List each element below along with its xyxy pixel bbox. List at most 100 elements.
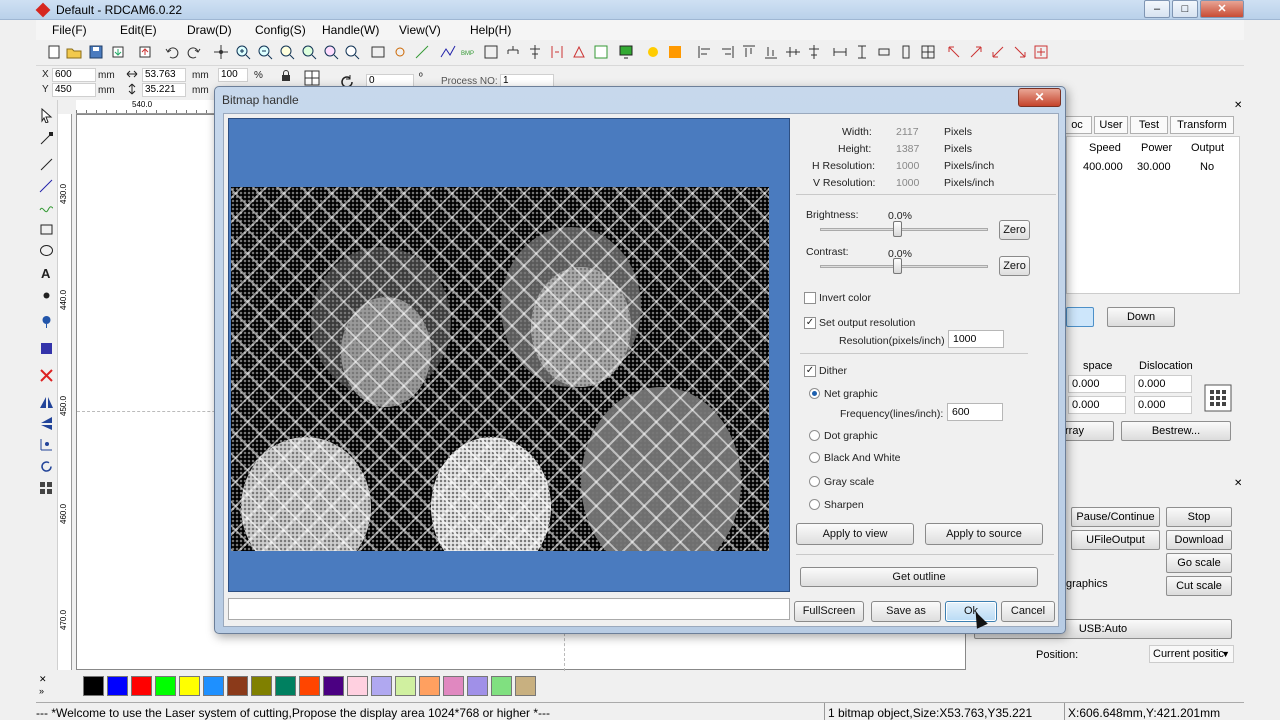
color-swatch[interactable] <box>275 676 296 696</box>
save-icon[interactable] <box>88 44 104 60</box>
bestrew-button[interactable]: Bestrew... <box>1121 421 1231 441</box>
gray-scale-radio[interactable] <box>809 476 820 487</box>
color-swatch[interactable] <box>443 676 464 696</box>
power-value[interactable]: 30.000 <box>1137 161 1171 173</box>
menu-help[interactable]: Help(H) <box>470 23 511 37</box>
down-button[interactable]: Down <box>1107 307 1175 327</box>
dither-checkbox[interactable]: ✓ <box>804 365 816 377</box>
sparkle-icon[interactable] <box>645 44 661 60</box>
dot-graphic-radio[interactable] <box>809 430 820 441</box>
grid-select-icon[interactable] <box>667 44 683 60</box>
distribute-icon[interactable] <box>549 44 565 60</box>
menu-config[interactable]: Config(S) <box>255 23 306 37</box>
redo-icon[interactable] <box>186 44 202 60</box>
new-file-icon[interactable] <box>46 44 62 60</box>
array-preview-icon[interactable] <box>1204 384 1232 412</box>
array-tool-icon[interactable] <box>39 481 54 496</box>
cut-scale-button[interactable]: Cut scale <box>1166 576 1232 596</box>
shape-icon[interactable] <box>571 44 587 60</box>
mirror-v-tool-icon[interactable] <box>39 416 54 431</box>
frequency-input[interactable]: 600 <box>947 403 1003 421</box>
zoom-selected-icon[interactable] <box>301 44 317 60</box>
tick-icon[interactable] <box>593 44 609 60</box>
tree-icon[interactable] <box>505 44 521 60</box>
y-space-field[interactable]: 0.000 <box>1068 396 1126 414</box>
color-swatch[interactable] <box>203 676 224 696</box>
move-topright-icon[interactable] <box>968 44 984 60</box>
select-tool-icon[interactable] <box>39 108 54 123</box>
pause-continue-button[interactable]: Pause/Continue <box>1071 507 1160 527</box>
speed-value[interactable]: 400.000 <box>1083 161 1123 173</box>
open-folder-icon[interactable] <box>66 44 82 60</box>
align-hcenter-icon[interactable] <box>785 44 801 60</box>
fullscreen-button[interactable]: FullScreen <box>794 601 864 622</box>
menu-edit[interactable]: Edit(E) <box>120 23 157 37</box>
color-swatch[interactable] <box>347 676 368 696</box>
line-tool-icon[interactable] <box>39 157 54 172</box>
color-swatch[interactable] <box>395 676 416 696</box>
color-swatch[interactable] <box>155 676 176 696</box>
frame-icon[interactable] <box>483 44 499 60</box>
apply-to-source-button[interactable]: Apply to source <box>925 523 1043 545</box>
color-swatch[interactable] <box>107 676 128 696</box>
origin-tool-icon[interactable] <box>39 437 54 452</box>
rectangle-tool-icon[interactable] <box>370 44 386 60</box>
pan-icon[interactable] <box>213 44 229 60</box>
zoom-window-icon[interactable] <box>279 44 295 60</box>
apply-to-view-button[interactable]: Apply to view <box>796 523 914 545</box>
ellipse-tool-icon[interactable] <box>39 243 54 258</box>
zoom-in-icon[interactable] <box>235 44 251 60</box>
x-space-field[interactable]: 0.000 <box>1068 375 1126 393</box>
undo-icon[interactable] <box>164 44 180 60</box>
black-and-white-radio[interactable] <box>809 452 820 463</box>
reference-point-icon[interactable] <box>304 70 320 86</box>
menu-view[interactable]: View(V) <box>399 23 441 37</box>
import-icon[interactable] <box>110 44 126 60</box>
color-swatch[interactable] <box>419 676 440 696</box>
tab-test[interactable]: Test <box>1130 116 1168 134</box>
save-as-button[interactable]: Save as <box>871 601 941 622</box>
text-tool-icon[interactable]: A <box>39 265 54 280</box>
color-swatch[interactable] <box>371 676 392 696</box>
move-topleft-icon[interactable] <box>946 44 962 60</box>
contrast-slider-thumb[interactable] <box>893 258 902 274</box>
panel-close-icon[interactable]: ✕ <box>1234 478 1242 489</box>
same-width-icon[interactable] <box>832 44 848 60</box>
color-swatch[interactable] <box>299 676 320 696</box>
delete-tool-icon[interactable] <box>39 368 54 383</box>
lock-icon[interactable] <box>280 70 292 82</box>
node-tool-icon[interactable] <box>39 131 54 146</box>
curve-icon[interactable] <box>440 44 456 60</box>
node-edit-icon[interactable] <box>414 44 430 60</box>
palette-close-icon[interactable]: ✕ <box>39 674 47 685</box>
output-value[interactable]: No <box>1200 161 1214 173</box>
tab-transform[interactable]: Transform <box>1170 116 1234 134</box>
align-center-icon[interactable] <box>527 44 543 60</box>
maximize-button[interactable]: □ <box>1172 0 1198 18</box>
menu-draw[interactable]: Draw(D) <box>187 23 232 37</box>
array-button[interactable]: rray <box>1064 421 1114 441</box>
same-size-icon[interactable] <box>876 44 892 60</box>
width-field[interactable]: 53.763 <box>142 68 186 82</box>
color-swatch[interactable] <box>467 676 488 696</box>
point-tool-icon[interactable] <box>39 288 54 303</box>
net-graphic-radio[interactable] <box>809 388 820 399</box>
panel-close-icon[interactable]: ✕ <box>1234 100 1242 111</box>
stop-button[interactable]: Stop <box>1166 507 1232 527</box>
resolution-input[interactable]: 1000 <box>948 330 1004 348</box>
download-button[interactable]: Download <box>1166 530 1232 550</box>
color-swatch[interactable] <box>131 676 152 696</box>
move-bottomleft-icon[interactable] <box>990 44 1006 60</box>
tab-user[interactable]: User <box>1094 116 1128 134</box>
rect-tool-icon[interactable] <box>39 222 54 237</box>
align-right-icon[interactable] <box>719 44 735 60</box>
locate-tool-icon[interactable] <box>39 314 54 329</box>
color-swatch[interactable] <box>515 676 536 696</box>
ufile-output-button[interactable]: UFileOutput <box>1071 530 1160 550</box>
polyline-tool-icon[interactable] <box>39 179 54 194</box>
brightness-zero-button[interactable]: Zero <box>999 220 1030 240</box>
sharpen-radio[interactable] <box>809 499 820 510</box>
align-left-icon[interactable] <box>697 44 713 60</box>
curve-tool-icon[interactable] <box>39 201 54 216</box>
fill-tool-icon[interactable] <box>39 341 54 356</box>
